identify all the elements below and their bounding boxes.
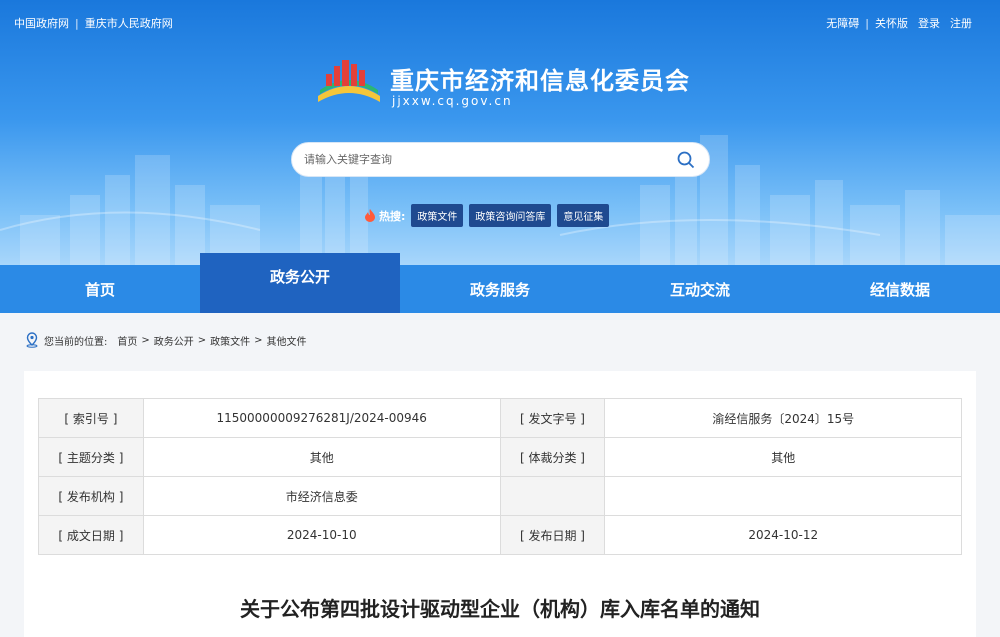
- meta-key: [ 发文字号 ]: [499, 398, 606, 438]
- meta-value: 11500000009276281J/2024-00946: [142, 398, 501, 438]
- breadcrumb-policy-docs[interactable]: 政策文件: [210, 333, 250, 348]
- meta-value: [604, 476, 962, 516]
- nav-economic-data[interactable]: 经信数据: [800, 265, 1000, 313]
- meta-value: 市经济信息委: [142, 476, 501, 516]
- search-box: [291, 142, 710, 177]
- content-card: [ 索引号 ] 11500000009276281J/2024-00946 [ …: [24, 371, 976, 637]
- meta-value: 其他: [142, 437, 501, 477]
- hot-search-label: 热搜:: [364, 208, 405, 224]
- site-title: 重庆市经济和信息化委员会: [390, 67, 690, 95]
- meta-key: [ 发布日期 ]: [499, 515, 606, 555]
- site-url: jjxxw.cq.gov.cn: [392, 94, 513, 108]
- nav-label: 互动交流: [669, 280, 730, 299]
- hot-tag-policy-qa[interactable]: 政策咨询问答库: [469, 204, 552, 227]
- meta-key: [ 发布机构 ]: [38, 476, 144, 516]
- nav-label: 政务公开: [269, 267, 330, 286]
- top-links-right: 无障碍 | 关怀版 登录 注册: [826, 15, 972, 31]
- divider: |: [865, 16, 869, 30]
- meta-key: [ 索引号 ]: [38, 398, 144, 438]
- header-banner: 中国政府网 | 重庆市人民政府网 无障碍 | 关怀版 登录 注册 重庆市经济和信…: [0, 0, 1000, 265]
- hot-tag-opinion-collection[interactable]: 意见征集: [557, 204, 610, 227]
- breadcrumb-sep: >: [141, 334, 150, 346]
- meta-value: 渝经信服务〔2024〕15号: [604, 398, 962, 438]
- meta-key: [ 成文日期 ]: [38, 515, 144, 555]
- top-links-left: 中国政府网 | 重庆市人民政府网: [14, 15, 173, 31]
- link-cq-gov[interactable]: 重庆市人民政府网: [85, 15, 173, 31]
- site-logo[interactable]: [314, 56, 384, 108]
- hot-search-label-text: 热搜:: [379, 209, 406, 223]
- link-care-version[interactable]: 关怀版: [875, 15, 908, 31]
- nav-gov-affairs-open[interactable]: 政务公开: [200, 253, 400, 313]
- main-nav: 首页 政务公开 政务服务 互动交流 经信数据: [0, 253, 1000, 313]
- nav-home[interactable]: 首页: [0, 265, 200, 313]
- meta-key: [ 主题分类 ]: [38, 437, 144, 477]
- document-meta-table: [ 索引号 ] 11500000009276281J/2024-00946 [ …: [38, 398, 962, 555]
- table-row: [ 成文日期 ] 2024-10-10 [ 发布日期 ] 2024-10-12: [38, 515, 962, 555]
- table-row: [ 主题分类 ] 其他 [ 体裁分类 ] 其他: [38, 437, 962, 477]
- document-title: 关于公布第四批设计驱动型企业（机构）库入库名单的通知: [240, 597, 760, 621]
- meta-value: 2024-10-12: [604, 515, 962, 555]
- fire-icon: [365, 209, 375, 222]
- nav-label: 经信数据: [869, 280, 930, 299]
- hot-tag-policy-docs[interactable]: 政策文件: [411, 204, 464, 227]
- table-row: [ 发布机构 ] 市经济信息委: [38, 476, 962, 516]
- link-login[interactable]: 登录: [918, 15, 940, 31]
- nav-label: 首页: [84, 280, 115, 299]
- divider: |: [75, 16, 79, 30]
- link-register[interactable]: 注册: [950, 15, 972, 31]
- location-pin-icon: [26, 332, 38, 348]
- emblem-logo-icon: [318, 60, 380, 102]
- hot-search-bar: 热搜: 政策文件 政策咨询问答库 意见征集: [364, 204, 610, 227]
- search-input[interactable]: [304, 153, 675, 166]
- link-accessibility[interactable]: 无障碍: [826, 15, 859, 31]
- meta-key: [ 体裁分类 ]: [499, 437, 606, 477]
- nav-label: 政务服务: [469, 280, 530, 299]
- link-gov-cn[interactable]: 中国政府网: [14, 15, 69, 31]
- breadcrumb-sep: >: [254, 334, 263, 346]
- breadcrumb-prefix: 您当前的位置:: [44, 336, 108, 348]
- nav-interaction[interactable]: 互动交流: [600, 265, 800, 313]
- meta-value: 其他: [604, 437, 962, 477]
- breadcrumb: 您当前的位置: 首页 > 政务公开 > 政策文件 > 其他文件: [24, 332, 307, 348]
- table-row: [ 索引号 ] 11500000009276281J/2024-00946 [ …: [38, 398, 962, 438]
- breadcrumb-gov-affairs-open[interactable]: 政务公开: [154, 333, 194, 348]
- breadcrumb-home[interactable]: 首页: [117, 333, 137, 348]
- meta-key: [499, 476, 606, 516]
- meta-value: 2024-10-10: [142, 515, 501, 555]
- breadcrumb-sep: >: [197, 334, 207, 346]
- breadcrumb-other-docs[interactable]: 其他文件: [267, 333, 307, 348]
- search-icon[interactable]: [675, 149, 697, 171]
- nav-gov-services[interactable]: 政务服务: [400, 265, 600, 313]
